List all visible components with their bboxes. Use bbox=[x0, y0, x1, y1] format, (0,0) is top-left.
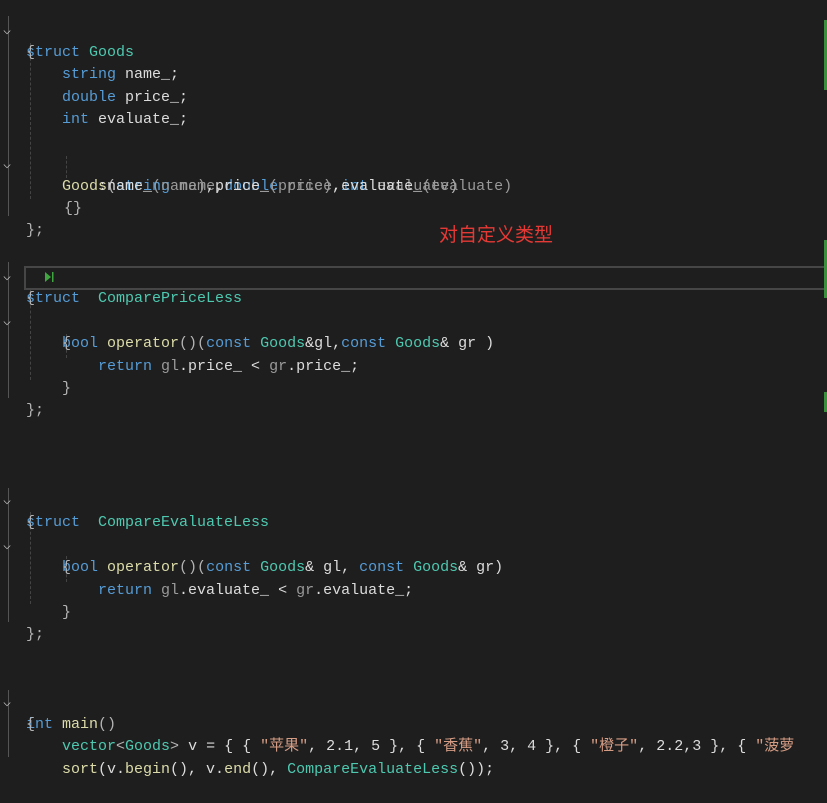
code-line[interactable]: string name_; bbox=[0, 42, 820, 83]
code-line[interactable]: { bbox=[0, 490, 820, 531]
code-line[interactable]: }; bbox=[0, 198, 820, 239]
code-line[interactable]: ⌵ int main() bbox=[0, 670, 820, 733]
code-line[interactable]: { bbox=[0, 692, 820, 733]
code-line[interactable]: { bbox=[0, 20, 820, 61]
code-line[interactable]: { bbox=[0, 266, 820, 307]
code-line[interactable]: :name_(name),price_(price),evaluate_(eva… bbox=[0, 154, 820, 195]
code-line[interactable]: return gl.price_ < gr.price_; bbox=[0, 334, 820, 375]
code-line[interactable]: ⌵ Goods(string name,double price,int eva… bbox=[0, 132, 820, 195]
code-line[interactable]: { bbox=[0, 535, 820, 576]
code-line[interactable]: ⌵ struct ComparePriceLess bbox=[0, 244, 820, 307]
code-line[interactable]: ⌵ struct Goods bbox=[0, 0, 820, 61]
annotation-text: 对自定义类型 bbox=[439, 224, 554, 246]
code-line[interactable]: ⌵ bool operator()(const Goods& gl, const… bbox=[0, 513, 820, 576]
code-line[interactable]: double price_; bbox=[0, 65, 820, 106]
code-line[interactable]: } bbox=[0, 580, 820, 621]
code-line[interactable]: { bbox=[0, 311, 820, 352]
code-line[interactable]: int evaluate_; bbox=[0, 87, 820, 128]
code-line[interactable]: sort(v.begin(), v.end(), CompareEvaluate… bbox=[0, 737, 820, 778]
code-line[interactable]: }; bbox=[0, 378, 820, 419]
code-line[interactable]: ⌵ struct CompareEvaluateLess bbox=[0, 468, 820, 531]
code-line[interactable]: {} bbox=[0, 176, 820, 217]
code-line[interactable]: return gl.evaluate_ < gr.evaluate_; bbox=[0, 558, 820, 599]
code-line[interactable]: } bbox=[0, 356, 820, 397]
code-line[interactable]: }; bbox=[0, 602, 820, 643]
code-line[interactable]: ⌵ bool operator()(const Goods&gl,const G… bbox=[0, 289, 820, 352]
code-editor[interactable]: ⌵ struct Goods { string name_; double pr… bbox=[0, 0, 827, 778]
code-line[interactable]: vector<Goods> v = { { "苹果", 2.1, 5 }, { … bbox=[0, 714, 820, 755]
